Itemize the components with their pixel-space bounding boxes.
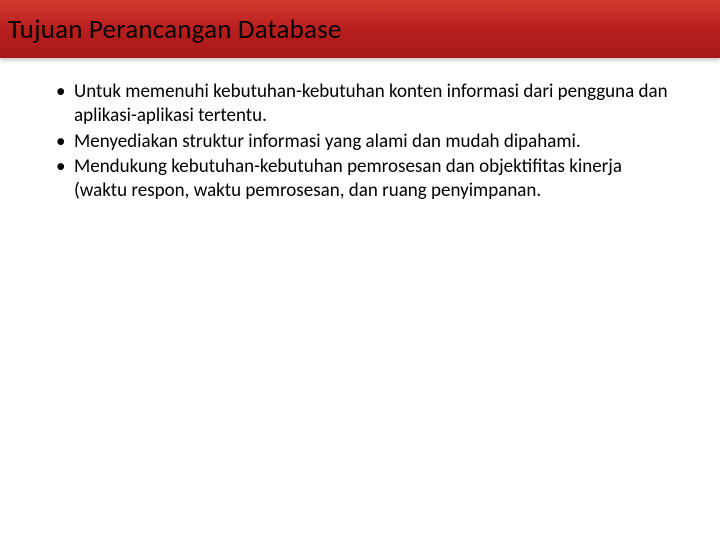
list-item: Mendukung kebutuhan-kebutuhan pemrosesan…: [52, 155, 668, 203]
slide: Tujuan Perancangan Database Untuk memenu…: [0, 0, 720, 540]
bullet-text: Menyediakan struktur informasi yang alam…: [74, 130, 581, 153]
bullet-text: Mendukung kebutuhan-kebutuhan pemrosesan…: [74, 155, 622, 202]
bullet-text: Untuk memenuhi kebutuhan-kebutuhan konte…: [74, 80, 668, 127]
list-item: Menyediakan struktur informasi yang alam…: [52, 130, 668, 154]
bullet-list: Untuk memenuhi kebutuhan-kebutuhan konte…: [52, 80, 668, 203]
list-item: Untuk memenuhi kebutuhan-kebutuhan konte…: [52, 80, 668, 128]
slide-body: Untuk memenuhi kebutuhan-kebutuhan konte…: [0, 58, 720, 203]
title-bar: Tujuan Perancangan Database: [0, 0, 720, 58]
slide-title: Tujuan Perancangan Database: [0, 13, 342, 46]
